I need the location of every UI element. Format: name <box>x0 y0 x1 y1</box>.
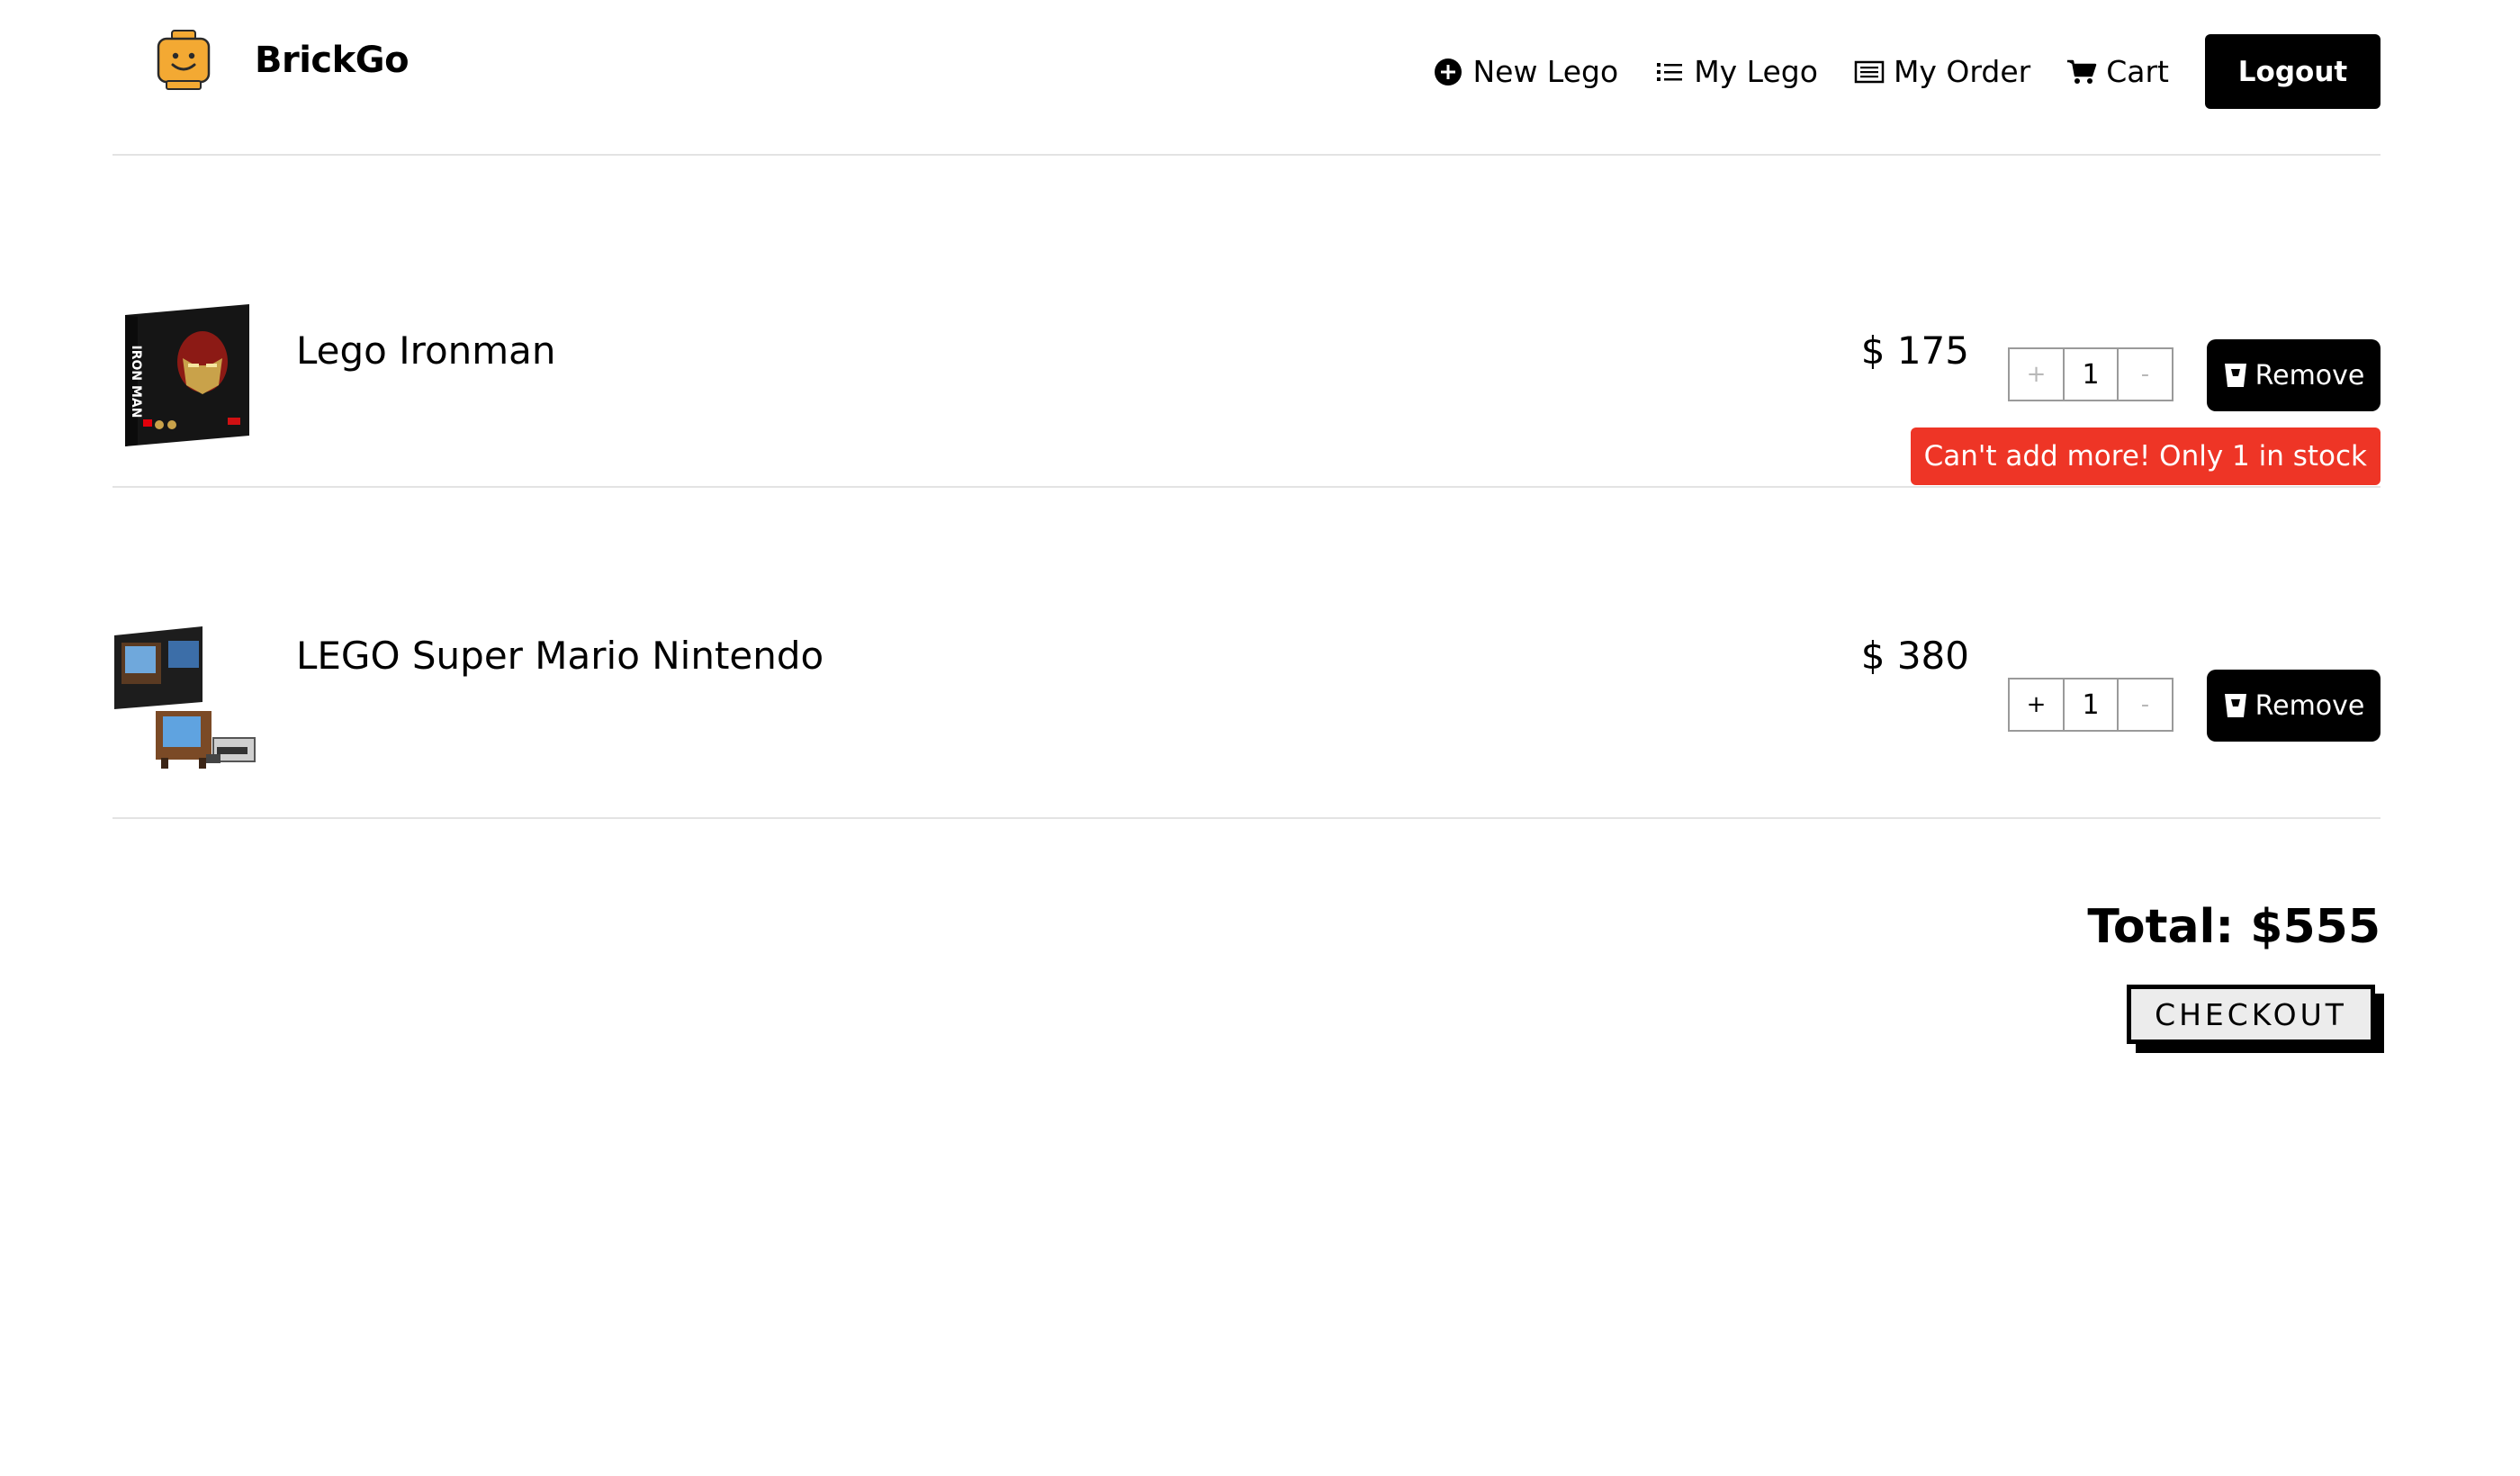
logout-button[interactable]: Logout <box>2205 34 2380 109</box>
trash-icon <box>2223 692 2248 719</box>
remove-label: Remove <box>2254 689 2365 722</box>
nav-my-order-label: My Order <box>1893 54 2031 89</box>
checkout-button[interactable]: CHECKOUT <box>2127 985 2375 1044</box>
checkout-area: CHECKOUT <box>2127 985 2384 1053</box>
remove-label: Remove <box>2254 359 2365 392</box>
item-name: LEGO Super Mario Nintendo <box>296 634 824 678</box>
nav-cart-label: Cart <box>2106 54 2169 89</box>
decrement-button[interactable]: - <box>2119 349 2172 400</box>
trash-icon <box>2223 362 2248 389</box>
nav-new-lego[interactable]: New Lego <box>1433 54 1618 89</box>
main-nav: New Lego My Lego My Order Cart Logout <box>1433 34 2380 109</box>
nav-my-order[interactable]: My Order <box>1854 54 2030 89</box>
nav-my-lego-label: My Lego <box>1694 54 1818 89</box>
increment-button[interactable]: + <box>2010 680 2063 730</box>
brand-name: BrickGo <box>255 40 410 81</box>
stock-alert: Can't add more! Only 1 in stock <box>1910 428 2380 485</box>
quantity-value: 1 <box>2063 680 2119 730</box>
decrement-button[interactable]: - <box>2119 680 2172 730</box>
cart-icon <box>2066 57 2097 87</box>
nav-my-lego[interactable]: My Lego <box>1654 54 1818 89</box>
item-price: $ 380 <box>1860 634 1969 678</box>
nav-new-lego-label: New Lego <box>1472 54 1619 89</box>
top-header: BrickGo New Lego My Lego My Order Cart L… <box>112 0 2380 156</box>
plus-circle-icon <box>1433 57 1463 87</box>
quantity-stepper: + 1 - <box>2008 347 2174 401</box>
quantity-stepper: + 1 - <box>2008 678 2174 732</box>
nav-cart[interactable]: Cart <box>2066 54 2169 89</box>
lego-head-icon <box>157 30 211 90</box>
increment-button[interactable]: + <box>2010 349 2063 400</box>
item-price: $ 175 <box>1860 328 1969 373</box>
iron-man-box-image: IRON MAN <box>125 304 249 446</box>
receipt-icon <box>1854 57 1885 87</box>
item-name: Lego Ironman <box>296 328 556 373</box>
svg-text:IRON MAN: IRON MAN <box>129 346 143 418</box>
cart-item-row: LEGO Super Mario Nintendo $ 380 + 1 - Re… <box>112 490 2380 819</box>
nintendo-set-image <box>114 626 256 769</box>
remove-button[interactable]: Remove <box>2207 670 2380 742</box>
cart-total: Total: $555 <box>2087 900 2380 954</box>
cart-item-row: IRON MAN Lego Ironman $ 175 + 1 - Remove… <box>112 158 2380 488</box>
list-icon <box>1654 57 1685 87</box>
brand[interactable]: BrickGo <box>156 29 410 92</box>
quantity-value: 1 <box>2063 349 2119 400</box>
remove-button[interactable]: Remove <box>2207 339 2380 411</box>
